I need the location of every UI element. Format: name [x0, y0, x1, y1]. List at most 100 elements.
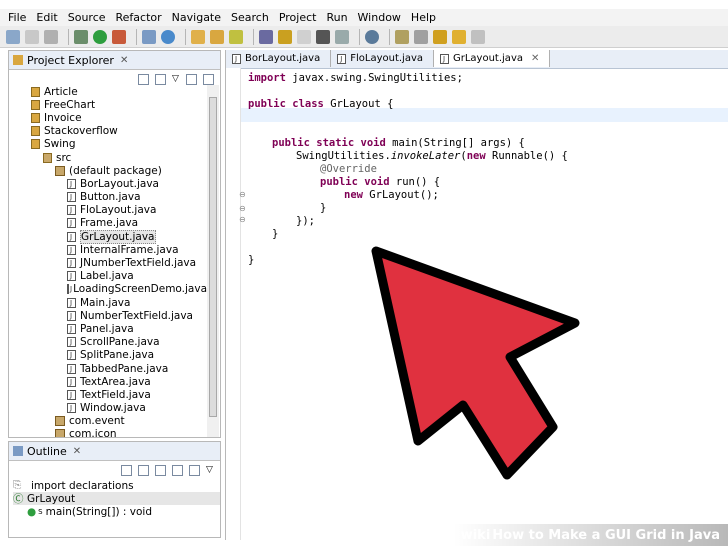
- view-menu-chevron-down-icon[interactable]: ▽: [172, 74, 180, 85]
- menu-file[interactable]: File: [8, 11, 26, 24]
- tree-item[interactable]: Label.java: [9, 270, 207, 283]
- outline-item-imports[interactable]: ⎘ import declarations: [13, 479, 220, 492]
- scrollbar-thumb[interactable]: [209, 97, 217, 417]
- tree-item[interactable]: Swing: [9, 138, 207, 151]
- project-explorer-tab[interactable]: Project Explorer ✕: [9, 51, 220, 70]
- menu-source[interactable]: Source: [68, 11, 106, 24]
- fold-icon[interactable]: ⊖: [239, 215, 246, 224]
- vertical-scrollbar[interactable]: [207, 85, 219, 437]
- menu-help[interactable]: Help: [411, 11, 436, 24]
- tree-item[interactable]: src: [9, 151, 207, 164]
- hide-nonpublic-icon[interactable]: [172, 464, 183, 476]
- menu-search[interactable]: Search: [231, 11, 269, 24]
- forward-icon[interactable]: [471, 29, 485, 44]
- fold-icon[interactable]: ⊖: [239, 204, 246, 213]
- tree-item[interactable]: Main.java: [9, 296, 207, 309]
- show-source-icon[interactable]: [335, 29, 349, 44]
- new-java-project-icon[interactable]: [142, 29, 156, 44]
- code-line: javax.swing.SwingUtilities;: [292, 72, 463, 84]
- external-tools-icon[interactable]: [112, 29, 126, 44]
- close-icon[interactable]: ✕: [531, 53, 539, 64]
- new-icon[interactable]: [6, 29, 20, 44]
- tree-item[interactable]: Invoice: [9, 111, 207, 124]
- search-icon[interactable]: [229, 29, 243, 44]
- new-package-icon[interactable]: [161, 29, 175, 44]
- tree-item[interactable]: JNumberTextField.java: [9, 256, 207, 269]
- web-browser-icon[interactable]: [365, 29, 379, 44]
- outline-tab[interactable]: Outline ✕: [9, 442, 220, 461]
- tree-item-label: JNumberTextField.java: [80, 257, 197, 270]
- view-menu-chevron-down-icon[interactable]: ▽: [206, 465, 214, 476]
- tree-item[interactable]: FloLayout.java: [9, 204, 207, 217]
- tree-item[interactable]: Stackoverflow: [9, 125, 207, 138]
- tree-item-label: Frame.java: [80, 217, 139, 230]
- code-line: }: [272, 228, 279, 240]
- tree-item-label: Label.java: [80, 270, 134, 283]
- minimize-icon[interactable]: [186, 73, 197, 85]
- save-icon[interactable]: [25, 29, 39, 44]
- java-file-icon: [232, 53, 241, 64]
- tree-item[interactable]: (default package): [9, 164, 207, 177]
- tree-item[interactable]: com.icon: [9, 428, 207, 437]
- menu-edit[interactable]: Edit: [36, 11, 57, 24]
- print-icon[interactable]: [44, 29, 58, 44]
- sort-icon[interactable]: [121, 464, 132, 476]
- block-selection-icon[interactable]: [316, 29, 330, 44]
- menu-project[interactable]: Project: [279, 11, 317, 24]
- tree-item[interactable]: TextField.java: [9, 388, 207, 401]
- tree-item[interactable]: Button.java: [9, 191, 207, 204]
- tree-item[interactable]: BorLayout.java: [9, 177, 207, 190]
- debug-icon[interactable]: [74, 29, 88, 44]
- annotation-icon[interactable]: [278, 29, 292, 44]
- open-type-icon[interactable]: [191, 29, 205, 44]
- whitespace-icon[interactable]: [297, 29, 311, 44]
- maximize-icon[interactable]: [203, 73, 214, 85]
- tree-item[interactable]: TextArea.java: [9, 375, 207, 388]
- last-edit-location-icon[interactable]: [433, 29, 447, 44]
- tree-item[interactable]: LoadingScreenDemo.java: [9, 283, 207, 296]
- link-with-editor-icon[interactable]: [155, 73, 166, 85]
- next-annotation-icon[interactable]: [395, 29, 409, 44]
- outline-item-class[interactable]: Ⓒ GrLayout: [13, 492, 220, 506]
- menu-window[interactable]: Window: [358, 11, 401, 24]
- toggle-mark-icon[interactable]: [259, 29, 273, 44]
- tree-item[interactable]: SplitPane.java: [9, 349, 207, 362]
- menu-navigate[interactable]: Navigate: [172, 11, 221, 24]
- run-icon[interactable]: [93, 29, 107, 44]
- editor-tab[interactable]: FloLayout.java: [331, 50, 434, 67]
- hide-static-icon[interactable]: [155, 464, 166, 476]
- current-line-highlight: [241, 108, 728, 122]
- tree-item[interactable]: GrLayout.java: [9, 229, 207, 244]
- back-icon[interactable]: [452, 29, 466, 44]
- close-icon[interactable]: ✕: [73, 446, 81, 457]
- tree-item[interactable]: TabbedPane.java: [9, 362, 207, 375]
- tree-item[interactable]: Frame.java: [9, 217, 207, 230]
- tree-item[interactable]: com.event: [9, 415, 207, 428]
- menu-refactor[interactable]: Refactor: [116, 11, 162, 24]
- code-line: }: [248, 254, 255, 266]
- fold-icon[interactable]: ⊖: [239, 190, 246, 199]
- tree-item[interactable]: ScrollPane.java: [9, 336, 207, 349]
- package-icon: [55, 416, 65, 427]
- tree-item[interactable]: Window.java: [9, 402, 207, 415]
- previous-annotation-icon[interactable]: [414, 29, 428, 44]
- tree-item[interactable]: InternalFrame.java: [9, 243, 207, 256]
- editor-tab[interactable]: BorLayout.java: [226, 50, 332, 67]
- editor-gutter: [226, 68, 241, 540]
- java-file-icon: [67, 258, 76, 269]
- editor-tab[interactable]: GrLayout.java ✕: [434, 50, 551, 67]
- hide-fields-icon[interactable]: [138, 464, 149, 476]
- tree-item[interactable]: Article: [9, 85, 207, 98]
- tree-item[interactable]: NumberTextField.java: [9, 309, 207, 322]
- tree-item[interactable]: Panel.java: [9, 322, 207, 335]
- open-folder-icon[interactable]: [210, 29, 224, 44]
- project-explorer-icon: [13, 55, 23, 65]
- close-icon[interactable]: ✕: [120, 55, 128, 66]
- java-file-icon: [67, 244, 76, 255]
- tree-item-label: Invoice: [44, 111, 82, 124]
- tree-item[interactable]: FreeChart: [9, 98, 207, 111]
- outline-item-method[interactable]: ● Smain(String[]) : void: [13, 505, 220, 518]
- collapse-all-icon[interactable]: [138, 73, 149, 85]
- hide-local-types-icon[interactable]: [189, 464, 200, 476]
- menu-run[interactable]: Run: [326, 11, 347, 24]
